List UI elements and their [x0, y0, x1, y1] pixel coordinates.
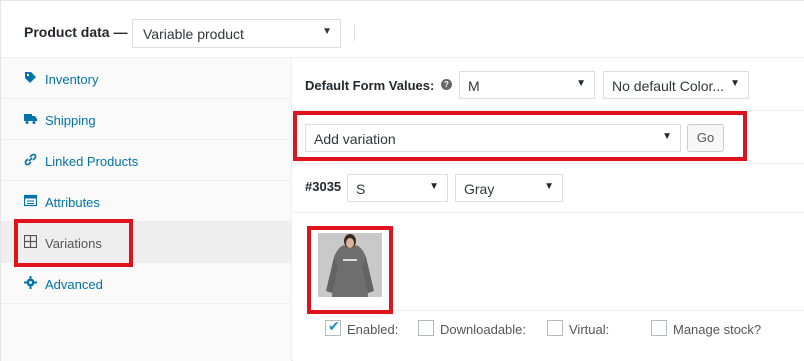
virtual-checkbox[interactable] [547, 320, 563, 336]
downloadable-label: Downloadable: [440, 322, 527, 337]
checkmark-icon: ✔ [328, 318, 340, 334]
product-type-value: Variable product [143, 26, 244, 42]
tab-linked-products[interactable]: Linked Products [1, 140, 292, 181]
product-data-header: Product data — Variable product ▼ [1, 1, 804, 58]
grid-icon [23, 234, 38, 249]
tab-variations[interactable]: Variations [1, 222, 292, 263]
variation-details: ✔ Enabled: Downloadable: Virtual: Manage… [293, 213, 804, 361]
gear-icon [24, 276, 37, 289]
truck-icon [24, 112, 37, 125]
manage-stock-label: Manage stock? [673, 322, 762, 337]
link-icon [24, 153, 37, 166]
chevron-down-icon: ▼ [429, 181, 439, 192]
help-icon[interactable]: ? [441, 79, 452, 90]
default-color-value: No default Color... [612, 78, 725, 94]
enabled-label: Enabled: [347, 322, 399, 337]
manage-stock-checkbox[interactable] [651, 320, 667, 336]
variation-options-row: ✔ Enabled: Downloadable: Virtual: Manage… [317, 310, 804, 350]
variation-size-value: S [356, 181, 366, 197]
variation-image[interactable] [318, 233, 382, 297]
tab-label: Attributes [45, 195, 100, 210]
variations-panel: Default Form Values: ? M ▼ No default Co… [293, 58, 804, 361]
tab-inventory[interactable]: Inventory [1, 58, 292, 99]
variation-color-value: Gray [464, 181, 495, 197]
tab-label: Linked Products [45, 154, 139, 169]
virtual-label: Virtual: [569, 322, 610, 337]
chevron-down-icon: ▼ [730, 78, 740, 89]
chevron-down-icon: ▼ [322, 26, 332, 37]
default-form-values-label: Default Form Values: [305, 78, 435, 93]
chevron-down-icon: ▼ [662, 131, 672, 142]
variation-id: #3035 [305, 179, 342, 194]
header-divider [354, 25, 355, 41]
downloadable-checkbox[interactable] [418, 320, 434, 336]
enabled-checkbox[interactable]: ✔ [325, 318, 341, 336]
default-color-select[interactable]: No default Color... ▼ [603, 71, 749, 99]
add-variation-value: Add variation [314, 131, 396, 147]
variation-size-select[interactable]: S ▼ [347, 174, 448, 202]
tag-icon [24, 71, 37, 84]
default-size-select[interactable]: M ▼ [459, 71, 595, 99]
add-variation-select[interactable]: Add variation ▼ [305, 124, 681, 152]
default-form-values-row: Default Form Values: ? M ▼ No default Co… [293, 58, 804, 111]
product-data-label: Product data — [24, 24, 128, 40]
add-variation-row: Add variation ▼ Go [293, 111, 804, 164]
tab-label: Advanced [45, 277, 103, 292]
default-size-value: M [468, 78, 480, 94]
variation-color-select[interactable]: Gray ▼ [455, 174, 563, 202]
tab-attributes[interactable]: Attributes [1, 181, 292, 222]
list-icon [23, 194, 38, 207]
variation-header-row[interactable]: #3035 S ▼ Gray ▼ [293, 164, 804, 213]
chevron-down-icon: ▼ [576, 78, 586, 89]
chevron-down-icon: ▼ [544, 181, 554, 192]
tab-label: Variations [45, 236, 102, 251]
go-button[interactable]: Go [687, 124, 724, 152]
tab-label: Shipping [45, 113, 96, 128]
product-data-panel: Product data — Variable product ▼ Invent… [0, 0, 804, 361]
tab-label: Inventory [45, 72, 99, 87]
tab-advanced[interactable]: Advanced [1, 263, 292, 304]
product-type-select[interactable]: Variable product ▼ [132, 19, 341, 48]
tab-shipping[interactable]: Shipping [1, 99, 292, 140]
product-data-tabs: Inventory Shipping Linked Products Attri… [1, 58, 292, 361]
